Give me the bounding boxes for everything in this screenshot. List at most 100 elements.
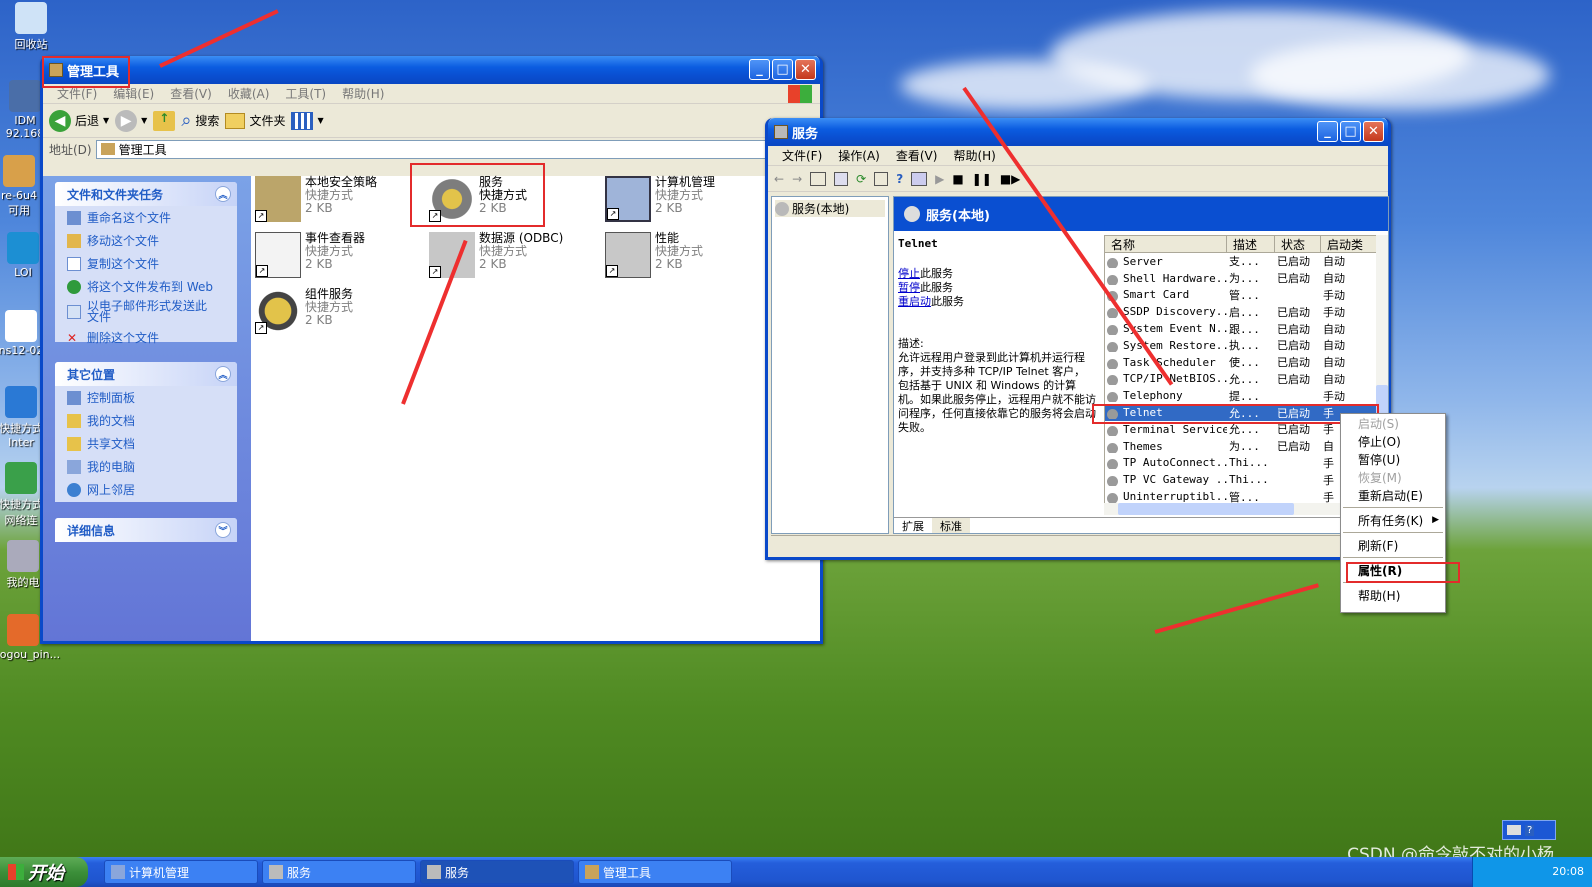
task-copy[interactable]: 复制这个文件 xyxy=(55,252,237,275)
folders-button[interactable]: 文件夹 xyxy=(225,112,285,129)
service-row[interactable]: Shell Hardware... 为... 已启动 自动 xyxy=(1105,270,1377,287)
panel-header[interactable]: 其它位置 ︽ xyxy=(55,362,237,386)
export-icon[interactable] xyxy=(874,171,889,186)
service-row[interactable]: System Event N... 跟... 已启动 自动 xyxy=(1105,320,1377,337)
task-move[interactable]: 移动这个文件 xyxy=(55,229,237,252)
menu-restart[interactable]: 重新启动(E) xyxy=(1341,486,1445,504)
taskbar-button-active[interactable]: 服务 xyxy=(420,860,574,884)
clock[interactable]: 20:08 xyxy=(1552,865,1584,878)
properties-icon[interactable] xyxy=(834,171,849,186)
show-tree-icon[interactable] xyxy=(810,171,827,186)
column-description[interactable]: 描述 xyxy=(1227,236,1275,252)
taskbar-button[interactable]: 服务 xyxy=(262,860,416,884)
file-item[interactable]: ↗ 组件服务 快捷方式 2 KB xyxy=(255,288,353,334)
menu-help[interactable]: 帮助(H) xyxy=(945,147,1003,164)
back-arrow-icon[interactable]: ← xyxy=(774,172,784,186)
services-list: 名称 描述 状态 启动类 Server 支... 已启动 自动 Shell Hardwa… xyxy=(1104,235,1378,515)
search-button[interactable]: ⌕ 搜索 xyxy=(181,110,219,131)
menu-view[interactable]: 查看(V) xyxy=(162,85,220,102)
scroll-thumb[interactable] xyxy=(1118,503,1294,515)
menu-file[interactable]: 文件(F) xyxy=(774,147,830,164)
tree-item-services-local[interactable]: 服务(本地) xyxy=(775,200,885,217)
pause-icon[interactable]: ❚❚ xyxy=(972,172,992,186)
service-row[interactable]: Smart Card 管... 手动 xyxy=(1105,287,1377,304)
help-icon[interactable]: ? xyxy=(896,172,903,186)
service-row[interactable]: TP AutoConnect... Thi... 手 xyxy=(1105,455,1377,472)
menu-help[interactable]: 帮助(H) xyxy=(334,85,392,102)
back-button[interactable]: ◀ 后退 ▼ xyxy=(49,109,109,132)
services-title-bar[interactable]: 服务 _ □ ✕ xyxy=(768,118,1388,146)
service-row[interactable]: Themes 为... 已启动自 xyxy=(1105,438,1377,455)
pause-service-link[interactable]: 暂停 xyxy=(898,281,920,294)
place-my-documents[interactable]: 我的文档 xyxy=(55,409,237,432)
service-row[interactable]: Task Scheduler 使... 已启动 自动 xyxy=(1105,354,1377,371)
file-item[interactable]: ↗ 数据源 (ODBC) 快捷方式 2 KB xyxy=(429,232,563,278)
menu-action[interactable]: 操作(A) xyxy=(830,147,888,164)
refresh-icon[interactable]: ⟳ xyxy=(856,172,866,186)
file-item[interactable]: ↗ 计算机管理 快捷方式 2 KB xyxy=(605,176,715,222)
tab-standard[interactable]: 标准 xyxy=(932,518,970,533)
menu-all-tasks[interactable]: 所有任务(K) ▶ xyxy=(1341,511,1445,529)
taskbar-button[interactable]: 计算机管理 xyxy=(104,860,258,884)
column-startup[interactable]: 启动类 xyxy=(1321,236,1377,252)
tray-mini-toolbar: ? xyxy=(1502,820,1556,840)
service-row[interactable]: SSDP Discovery... 启... 已启动 手动 xyxy=(1105,303,1377,320)
column-name[interactable]: 名称 xyxy=(1105,236,1227,252)
restart-icon[interactable]: ■▶ xyxy=(1000,172,1021,186)
views-button[interactable]: ▼ xyxy=(291,111,324,130)
menu-refresh[interactable]: 刷新(F) xyxy=(1341,536,1445,554)
menu-tools[interactable]: 工具(T) xyxy=(277,85,334,102)
maximize-button[interactable]: □ xyxy=(772,59,793,80)
tab-extended[interactable]: 扩展 xyxy=(894,518,932,533)
menu-pause[interactable]: 暂停(U) xyxy=(1341,450,1445,468)
keyboard-icon[interactable] xyxy=(1507,825,1521,835)
panel-header[interactable]: 文件和文件夹任务 ︽ xyxy=(55,182,237,206)
stop-icon[interactable]: ■ xyxy=(952,172,963,186)
file-item[interactable]: ↗ 本地安全策略 快捷方式 2 KB xyxy=(255,176,377,222)
service-row[interactable]: TCP/IP NetBIOS... 允... 已启动 自动 xyxy=(1105,371,1377,388)
service-desc: 使... xyxy=(1229,356,1260,370)
service-row[interactable]: Telephony 提... 手动 xyxy=(1105,387,1377,404)
task-rename[interactable]: 重命名这个文件 xyxy=(55,206,237,229)
place-control-panel[interactable]: 控制面板 xyxy=(55,386,237,409)
place-shared-documents[interactable]: 共享文档 xyxy=(55,432,237,455)
console-icon[interactable] xyxy=(911,171,928,186)
expand-icon[interactable]: ︾ xyxy=(215,522,231,538)
file-item[interactable]: ↗ 性能 快捷方式 2 KB xyxy=(605,232,703,278)
file-item[interactable]: ↗ 事件查看器 快捷方式 2 KB xyxy=(255,232,365,278)
forward-button[interactable]: ▶ ▼ xyxy=(115,109,147,132)
service-row[interactable]: Server 支... 已启动 自动 xyxy=(1105,253,1377,270)
close-button[interactable]: ✕ xyxy=(795,59,816,80)
service-row[interactable]: TP VC Gateway ... Thi... 手 xyxy=(1105,471,1377,488)
start-button[interactable]: 开始 xyxy=(0,857,88,887)
task-delete[interactable]: ✕ 删除这个文件 xyxy=(55,326,237,349)
address-input[interactable]: 管理工具▼ xyxy=(95,139,816,159)
service-startup: 手动 xyxy=(1323,305,1345,319)
menu-stop[interactable]: 停止(O) xyxy=(1341,432,1445,450)
play-icon[interactable]: ▶ xyxy=(935,172,944,186)
admin-title-bar[interactable]: 管理工具 _ □ ✕ xyxy=(43,56,820,84)
panel-header[interactable]: 详细信息 ︾ xyxy=(55,518,237,542)
minimize-button[interactable]: _ xyxy=(1317,121,1338,142)
restart-service-link[interactable]: 重启动 xyxy=(898,295,931,308)
collapse-icon[interactable]: ︽ xyxy=(215,366,231,382)
menu-view[interactable]: 查看(V) xyxy=(888,147,946,164)
collapse-icon[interactable]: ︽ xyxy=(215,186,231,202)
recycle-bin-icon[interactable]: 回收站 xyxy=(2,2,60,52)
close-button[interactable]: ✕ xyxy=(1363,121,1384,142)
maximize-button[interactable]: □ xyxy=(1340,121,1361,142)
help-icon[interactable]: ? xyxy=(1525,824,1535,836)
place-my-computer[interactable]: 我的电脑 xyxy=(55,455,237,478)
stop-service-link[interactable]: 停止 xyxy=(898,267,920,280)
column-status[interactable]: 状态 xyxy=(1275,236,1321,252)
place-network[interactable]: 网上邻居 xyxy=(55,478,237,501)
task-email[interactable]: 以电子邮件形式发送此文件 xyxy=(55,298,237,326)
up-button[interactable]: ↑ xyxy=(153,110,176,131)
task-publish[interactable]: 将这个文件发布到 Web xyxy=(55,275,237,298)
forward-arrow-icon[interactable]: → xyxy=(792,172,802,186)
minimize-button[interactable]: _ xyxy=(749,59,770,80)
menu-favorites[interactable]: 收藏(A) xyxy=(220,85,278,102)
menu-help[interactable]: 帮助(H) xyxy=(1341,586,1445,604)
horizontal-scrollbar[interactable] xyxy=(1104,503,1378,515)
taskbar-button[interactable]: 管理工具 xyxy=(578,860,732,884)
